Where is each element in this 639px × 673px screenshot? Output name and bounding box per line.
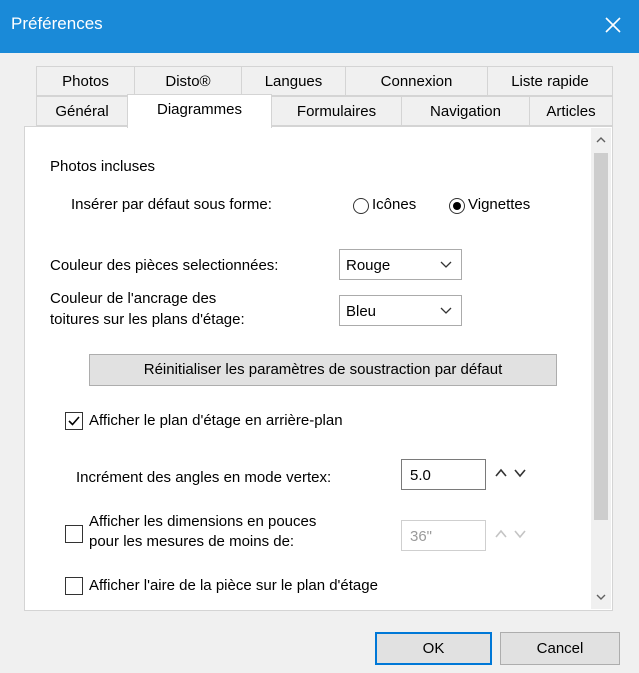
angle-increment-value: 5.0 xyxy=(410,467,431,484)
tab-photos[interactable]: Photos xyxy=(36,66,135,96)
vertical-scrollbar[interactable] xyxy=(591,128,611,609)
scrollbar-thumb[interactable] xyxy=(594,153,608,520)
inch-dims-input: 36" xyxy=(401,520,486,551)
cancel-button[interactable]: Cancel xyxy=(500,632,620,665)
inch-dims-label-2[interactable]: pour les mesures de moins de: xyxy=(89,533,294,550)
tab-articles[interactable]: Articles xyxy=(529,96,613,126)
tab-diagrammes[interactable]: Diagrammes xyxy=(127,94,272,128)
angle-down-icon[interactable] xyxy=(511,464,529,482)
inch-dims-label-1[interactable]: Afficher les dimensions en pouces xyxy=(89,513,316,530)
tab-general[interactable]: Général xyxy=(36,96,128,126)
scroll-up-icon[interactable] xyxy=(591,130,611,150)
room-color-label: Couleur des pièces selectionnées: xyxy=(50,257,279,274)
show-floorplan-checkbox[interactable] xyxy=(65,412,83,430)
angle-increment-label: Incrément des angles en mode vertex: xyxy=(76,469,332,486)
insert-default-label: Insérer par défaut sous forme: xyxy=(71,196,272,213)
reset-subtraction-button[interactable]: Réinitialiser les paramètres de soustrac… xyxy=(89,354,557,386)
room-color-select[interactable]: Rouge xyxy=(339,249,462,280)
scroll-down-icon[interactable] xyxy=(591,587,611,607)
photos-section-label: Photos incluses xyxy=(50,158,156,175)
diagrammes-panel: Photos incluses Insérer par défaut sous … xyxy=(24,126,613,611)
inch-down-icon xyxy=(511,525,529,543)
chevron-down-icon xyxy=(439,304,453,322)
close-icon[interactable] xyxy=(601,13,625,37)
room-area-checkbox[interactable] xyxy=(65,577,83,595)
roof-color-value: Bleu xyxy=(346,303,377,320)
tab-connexion[interactable]: Connexion xyxy=(345,66,488,96)
tab-disto[interactable]: Disto® xyxy=(134,66,242,96)
radio-vignettes-label[interactable]: Vignettes xyxy=(468,196,530,213)
roof-color-label-1: Couleur de l'ancrage des xyxy=(50,290,217,307)
radio-vignettes[interactable] xyxy=(449,198,465,214)
roof-color-label-2: toitures sur les plans d'étage: xyxy=(50,311,245,328)
radio-icones[interactable] xyxy=(353,198,369,214)
room-color-value: Rouge xyxy=(346,257,391,274)
radio-icones-label[interactable]: Icônes xyxy=(372,196,416,213)
roof-color-select[interactable]: Bleu xyxy=(339,295,462,326)
inch-up-icon xyxy=(492,525,510,543)
tab-liste-rapide[interactable]: Liste rapide xyxy=(487,66,613,96)
title-bar: Préférences xyxy=(0,0,639,53)
window-title: Préférences xyxy=(11,14,103,33)
angle-increment-input[interactable]: 5.0 xyxy=(401,459,486,490)
checkmark-icon xyxy=(68,416,80,426)
show-floorplan-label[interactable]: Afficher le plan d'étage en arrière-plan xyxy=(89,412,343,429)
inch-dims-value: 36" xyxy=(410,528,433,545)
inch-dims-checkbox[interactable] xyxy=(65,525,83,543)
ok-button[interactable]: OK xyxy=(375,632,492,665)
tab-navigation[interactable]: Navigation xyxy=(401,96,530,126)
tab-langues[interactable]: Langues xyxy=(241,66,346,96)
chevron-down-icon xyxy=(439,258,453,276)
angle-up-icon[interactable] xyxy=(492,464,510,482)
tab-formulaires[interactable]: Formulaires xyxy=(271,96,402,126)
room-area-label[interactable]: Afficher l'aire de la pièce sur le plan … xyxy=(89,577,378,594)
